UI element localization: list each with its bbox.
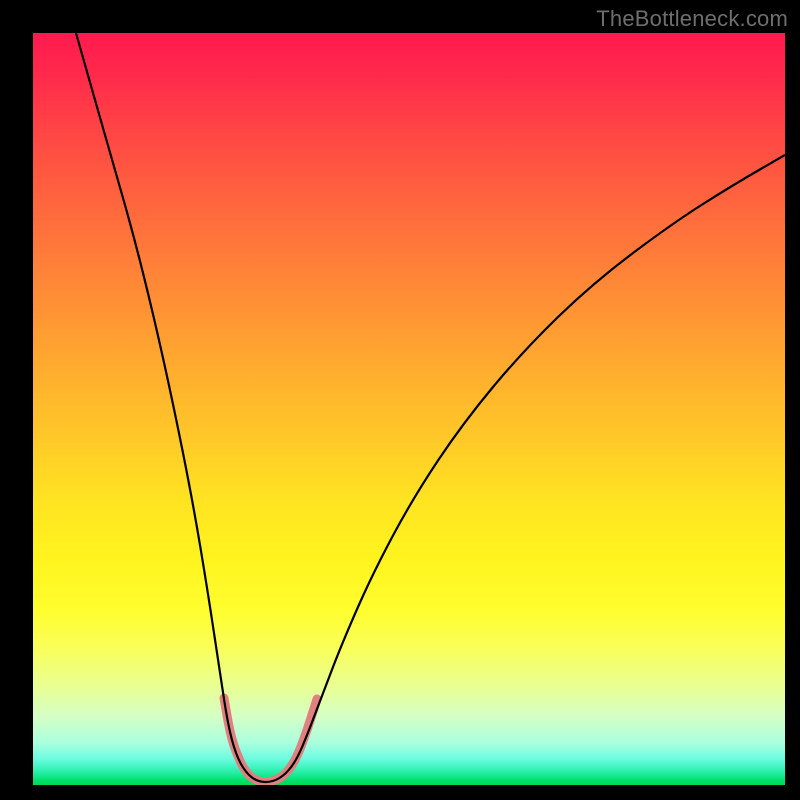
curve-layer xyxy=(33,33,785,785)
bottleneck-highlight xyxy=(224,698,317,782)
bottleneck-curve xyxy=(76,33,785,782)
plot-area xyxy=(33,33,785,785)
watermark-text: TheBottleneck.com xyxy=(596,6,788,32)
chart-stage: TheBottleneck.com xyxy=(0,0,800,800)
